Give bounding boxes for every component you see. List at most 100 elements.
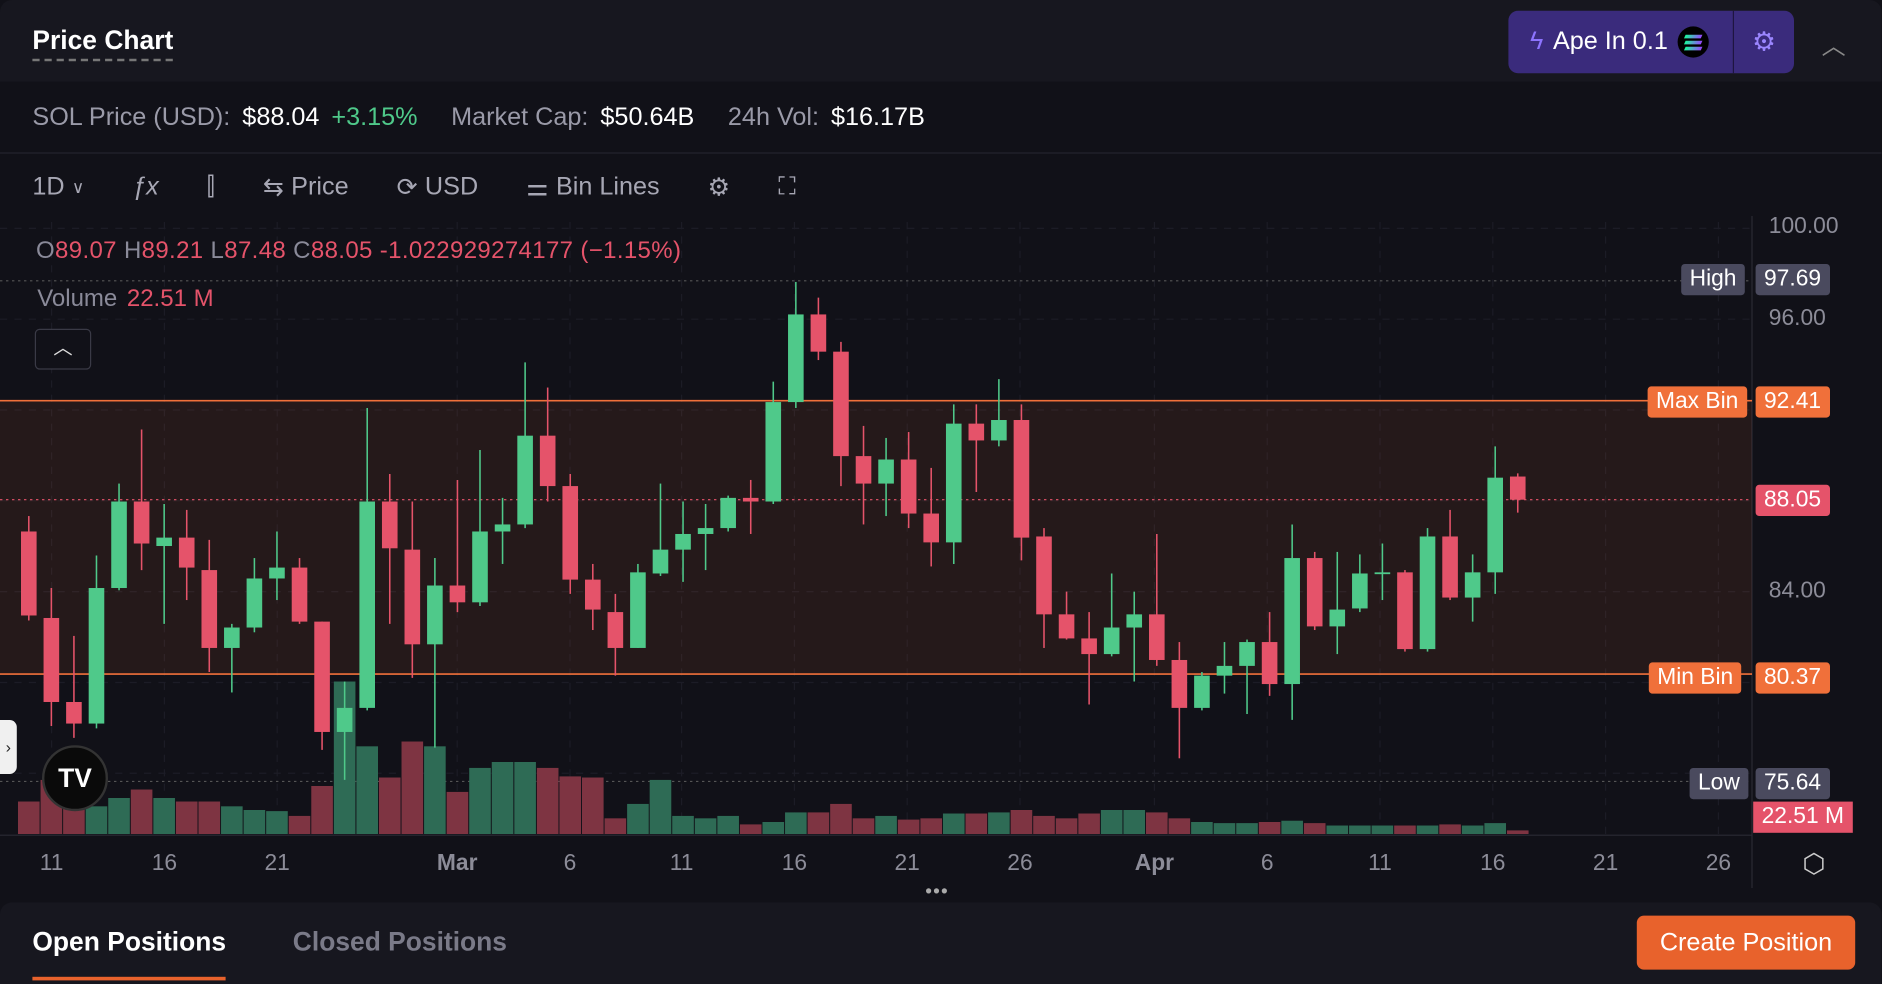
volume-bar [130,789,153,835]
volume-bar [356,746,378,835]
candle-body [381,501,398,549]
candle-body [133,501,150,544]
currency-toggle[interactable]: ⟳ USD [397,172,479,202]
candle-body [1194,675,1210,708]
ape-in-label: Ape In 0.1 [1552,27,1668,56]
candle-body [43,617,60,702]
candlestick-chart[interactable] [0,216,1882,889]
change-value: -1.022929274177 (−1.15%) [379,237,682,264]
volume-bar [1010,810,1033,835]
volume-bar [694,818,717,835]
volume-price-label: 22.51 M [1753,801,1853,833]
axis-settings-button[interactable]: ⬡ [1802,848,1825,879]
volume-bar [559,776,582,835]
price-chart-panel: Price Chart ϟ Ape In 0.1 ⚙ ︿ SOL Price (… [0,0,1882,984]
candle-body [1509,476,1526,500]
x-tick: Apr [1134,850,1175,877]
positions-bar [0,902,1882,984]
tab-closed-positions[interactable]: Closed Positions [293,926,507,957]
interval-select[interactable]: 1D ∨ [32,173,84,202]
volume-bar [762,822,785,835]
candle-body [224,627,240,648]
volume-bar [18,801,40,835]
sliders-icon: ⚌ [526,173,549,202]
y-tick: 96.00 [1768,306,1826,332]
x-tick: 21 [1592,850,1619,877]
candle-body [246,578,263,628]
candle-body [945,423,962,543]
candle-body [404,549,421,645]
volume-bar [582,777,604,835]
ape-in-button[interactable]: ϟ Ape In 0.1 [1508,10,1735,74]
candle-body [991,420,1007,441]
volume-bar [920,818,943,835]
x-tick: 21 [894,850,920,877]
volume-bar [875,815,897,835]
resize-handle[interactable]: ••• [925,882,949,904]
candle-body [1442,536,1458,598]
currency-label: USD [424,172,479,201]
volume-bar [604,818,627,835]
volume-bar [1394,825,1416,835]
price-toggle[interactable]: ⇆ Price [263,172,349,202]
indicators-button[interactable]: ƒx [132,173,159,202]
volume-bar [108,798,130,835]
candle-body [1374,572,1391,575]
ape-settings-button[interactable]: ⚙ [1734,26,1794,57]
x-tick: 11 [1368,850,1392,877]
volume-bar [1303,823,1326,835]
chart-toolbar: 1D ∨ ƒx ⫿ ⇆ Price ⟳ USD ⚌ Bin Lines ⚙ ⛶ [0,156,844,218]
chart-settings-button[interactable]: ⚙ [708,172,731,202]
x-tick: 21 [264,850,290,877]
solana-icon [1677,26,1709,58]
hide-legend-button[interactable]: ︿ [34,328,92,370]
volume-bar [401,741,424,835]
high-value-label: 97.69 [1755,264,1830,296]
volume-value: 22.51 M [126,285,214,312]
volume-legend: Volume 22.51 M [37,286,213,314]
candle-body [156,537,172,547]
y-tick: 84.00 [1768,578,1826,604]
volume-bar [221,806,243,835]
expand-sidebar-tab[interactable]: › [0,720,17,775]
price-toggle-label: Price [291,172,349,201]
volume-bar [446,791,469,835]
candlestick-icon: ⫿ [206,172,215,201]
volume-bar [1484,823,1506,835]
sol-price: $88.04 [242,102,320,131]
high-key: H [123,237,142,264]
volume-bar [852,818,875,835]
collapse-panel-button[interactable]: ︿ [1822,26,1846,61]
y-tick: 100.00 [1768,213,1839,239]
volume-key: Volume [37,285,118,312]
chevron-right-icon: › [5,738,12,756]
page-title[interactable]: Price Chart [32,25,174,62]
volume-bar [807,812,830,835]
x-tick: 11 [39,850,64,877]
open-key: O [36,237,56,264]
volume-bar [175,801,198,835]
candle-body [21,531,37,616]
gear-icon: ⚙ [1752,26,1776,57]
stats-row: SOL Price (USD): $88.04 +3.15% Market Ca… [0,82,1882,154]
candle-body [539,435,556,487]
volume-bar [897,819,920,835]
candle-body [1306,558,1323,627]
candle-body [291,567,308,622]
candle-body [1081,638,1097,655]
fullscreen-button[interactable]: ⛶ [778,173,796,202]
bin-lines-toggle[interactable]: ⚌ Bin Lines [526,172,659,202]
max-bin-label: Max Bin [1647,386,1747,418]
volume-bar [1100,810,1123,835]
tradingview-logo[interactable]: TV [42,745,109,812]
candle-body [1239,642,1255,666]
swap-icon: ⇆ [262,173,284,202]
create-position-button[interactable]: Create Position [1636,915,1856,970]
candle-body [1284,558,1300,685]
tab-open-positions[interactable]: Open Positions [32,926,227,981]
candle-body [1419,536,1436,650]
candle-type-button[interactable]: ⫿ [207,173,215,202]
volume-bar [965,813,988,835]
volume-bar [424,746,446,835]
candle-body [1013,420,1030,538]
